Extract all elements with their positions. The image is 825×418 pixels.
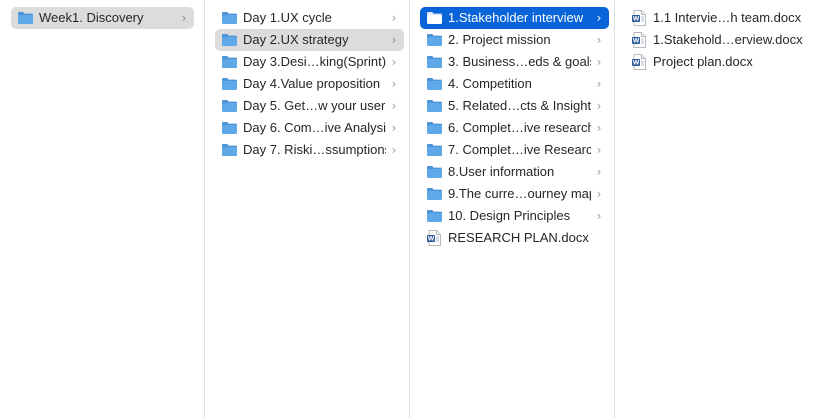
item-label: Project plan.docx [653, 54, 753, 69]
item-label: 10. Design Principles [448, 208, 571, 223]
folder-icon [426, 77, 443, 91]
item-label: 1.1 Intervie…h team.docx [653, 10, 802, 25]
chevron-right-icon: › [181, 11, 187, 25]
word-doc-icon: W [632, 32, 646, 48]
column-1[interactable]: Day 1.UX cycle › Day 2.UX strategy › Day 3.D… [205, 0, 410, 418]
folder-icon [426, 55, 443, 69]
folder-icon [221, 143, 238, 157]
folder-icon [221, 11, 238, 25]
item-label: Week1. Discovery [39, 10, 144, 25]
column-0[interactable]: Week1. Discovery › [0, 0, 205, 418]
chevron-right-icon: › [596, 77, 602, 91]
chevron-right-icon: › [391, 77, 397, 91]
chevron-right-icon: › [596, 11, 602, 25]
column-3[interactable]: W 1.1 Intervie…h team.docx W 1.Stakehold…er… [615, 0, 825, 418]
folder-icon [221, 121, 238, 135]
item-label: Day 7. Riski…ssumptions [243, 142, 386, 157]
folder-icon [221, 99, 238, 113]
svg-text:W: W [633, 38, 640, 45]
svg-text:W: W [633, 16, 640, 23]
folder-row[interactable]: Week1. Discovery › [11, 7, 194, 29]
chevron-right-icon: › [596, 187, 602, 201]
folder-icon [426, 165, 443, 179]
word-doc-icon: W [427, 230, 441, 246]
folder-row[interactable]: Day 4.Value proposition › [215, 73, 404, 95]
chevron-right-icon: › [596, 55, 602, 69]
item-label: Day 1.UX cycle [243, 10, 332, 25]
folder-row[interactable]: 6. Complet…ive research › [420, 117, 609, 139]
folder-icon [221, 55, 238, 69]
item-label: Day 5. Get…w your users [243, 98, 386, 113]
folder-row[interactable]: Day 2.UX strategy › [215, 29, 404, 51]
folder-row[interactable]: 1.Stakeholder interview › [420, 7, 609, 29]
word-doc-icon: W [632, 10, 646, 26]
chevron-right-icon: › [391, 143, 397, 157]
item-label: 4. Competition [448, 76, 532, 91]
item-label: Day 3.Desi…king(Sprint) [243, 54, 386, 69]
file-row[interactable]: W Project plan.docx [625, 51, 820, 73]
svg-text:W: W [428, 236, 435, 243]
chevron-right-icon: › [391, 121, 397, 135]
item-label: 1.Stakeholder interview [448, 10, 584, 25]
item-label: Day 6. Com…ive Analysis [243, 120, 386, 135]
folder-row[interactable]: 7. Complet…ive Research › [420, 139, 609, 161]
folder-row[interactable]: 9.The curre…ourney map › [420, 183, 609, 205]
file-row[interactable]: W 1.1 Intervie…h team.docx [625, 7, 820, 29]
item-label: Day 4.Value proposition [243, 76, 381, 91]
folder-row[interactable]: Day 6. Com…ive Analysis › [215, 117, 404, 139]
item-label: Day 2.UX strategy [243, 32, 349, 47]
item-label: 9.The curre…ourney map [448, 186, 591, 201]
file-row[interactable]: W RESEARCH PLAN.docx [420, 227, 609, 249]
folder-row[interactable]: 5. Related…cts & Insight › [420, 95, 609, 117]
folder-icon [426, 11, 443, 25]
folder-icon [426, 209, 443, 223]
chevron-right-icon: › [596, 209, 602, 223]
chevron-right-icon: › [596, 143, 602, 157]
folder-row[interactable]: 2. Project mission › [420, 29, 609, 51]
folder-icon [426, 187, 443, 201]
folder-row[interactable]: 10. Design Principles › [420, 205, 609, 227]
item-label: 8.User information [448, 164, 555, 179]
item-label: 7. Complet…ive Research [448, 142, 591, 157]
item-label: 2. Project mission [448, 32, 551, 47]
file-row[interactable]: W 1.Stakehold…erview.docx [625, 29, 820, 51]
folder-row[interactable]: 3. Business…eds & goals › [420, 51, 609, 73]
chevron-right-icon: › [391, 33, 397, 47]
folder-row[interactable]: Day 3.Desi…king(Sprint) › [215, 51, 404, 73]
svg-text:W: W [633, 60, 640, 67]
item-label: 5. Related…cts & Insight [448, 98, 591, 113]
folder-icon [426, 121, 443, 135]
folder-icon [426, 33, 443, 47]
folder-icon [426, 99, 443, 113]
chevron-right-icon: › [596, 165, 602, 179]
chevron-right-icon: › [391, 99, 397, 113]
folder-row[interactable]: 4. Competition › [420, 73, 609, 95]
finder-column-browser: Week1. Discovery › Day 1.UX cycle › Day 2.U… [0, 0, 825, 418]
chevron-right-icon: › [391, 11, 397, 25]
folder-row[interactable]: Day 7. Riski…ssumptions › [215, 139, 404, 161]
item-label: 6. Complet…ive research [448, 120, 591, 135]
chevron-right-icon: › [391, 55, 397, 69]
folder-icon [221, 33, 238, 47]
folder-row[interactable]: 8.User information › [420, 161, 609, 183]
folder-icon [221, 77, 238, 91]
item-label: RESEARCH PLAN.docx [448, 230, 589, 245]
chevron-right-icon: › [596, 33, 602, 47]
folder-icon [17, 11, 34, 25]
item-label: 3. Business…eds & goals [448, 54, 591, 69]
column-2[interactable]: 1.Stakeholder interview › 2. Project missi… [410, 0, 615, 418]
folder-row[interactable]: Day 5. Get…w your users › [215, 95, 404, 117]
chevron-right-icon: › [596, 121, 602, 135]
folder-icon [426, 143, 443, 157]
chevron-right-icon: › [596, 99, 602, 113]
item-label: 1.Stakehold…erview.docx [653, 32, 803, 47]
word-doc-icon: W [632, 54, 646, 70]
folder-row[interactable]: Day 1.UX cycle › [215, 7, 404, 29]
